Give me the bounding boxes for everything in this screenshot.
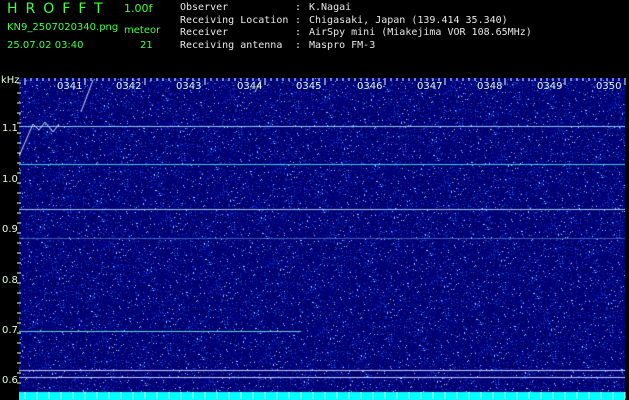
tick-overlay <box>17 78 626 399</box>
axis-unit-label: kHz <box>1 75 20 86</box>
x-tick-label: 0347 <box>417 81 443 92</box>
x-tick-label: 0341 <box>57 81 83 92</box>
x-tick-label: 0344 <box>237 81 263 92</box>
x-tick-label: 0346 <box>357 81 383 92</box>
x-tick-label: 0350 <box>596 81 622 92</box>
y-tick-label: 0.9 <box>2 224 18 235</box>
y-tick-label: 1.0 <box>2 174 18 185</box>
x-tick-label: 0342 <box>116 81 142 92</box>
x-tick-label: 0345 <box>296 81 322 92</box>
x-tick-label: 0348 <box>477 81 503 92</box>
y-tick-label: 1.1 <box>2 123 18 134</box>
y-tick-label: 0.8 <box>2 275 18 286</box>
y-tick-label: 0.6 <box>2 375 18 386</box>
x-tick-label: 0343 <box>176 81 202 92</box>
y-tick-label: 0.7 <box>2 325 18 336</box>
x-tick-label: 0349 <box>537 81 563 92</box>
